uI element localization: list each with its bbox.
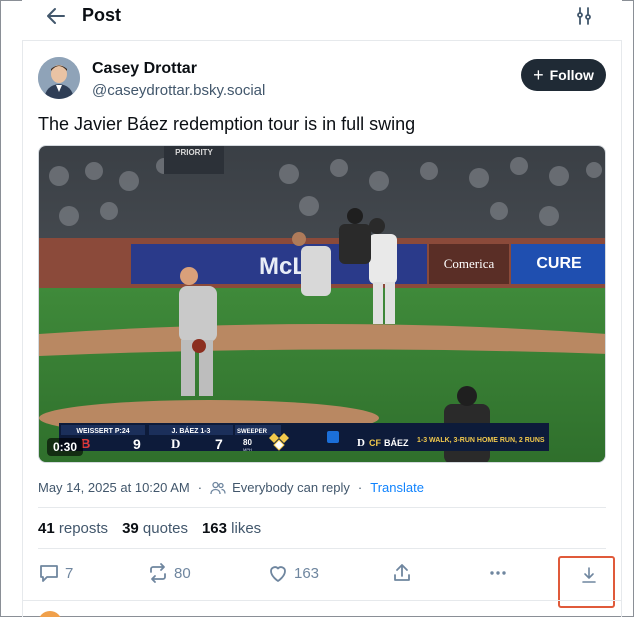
post-timestamp: May 14, 2025 at 10:20 AM bbox=[38, 480, 190, 495]
video-frame: PRIORITY McL Comerica CURE WEISSERT P:24… bbox=[39, 146, 605, 462]
video-duration: 0:30 bbox=[47, 438, 84, 456]
plus-icon: + bbox=[533, 65, 544, 85]
scorebug: WEISSERT P:24 J. BÁEZ 1-3 B 9 D 7 SWEEPE… bbox=[59, 423, 549, 452]
meta-separator: · bbox=[357, 480, 363, 495]
heart-icon bbox=[270, 566, 286, 582]
pitch-speed: 80 bbox=[243, 438, 252, 447]
mclaren-board: McL bbox=[259, 253, 307, 280]
quotes-stat[interactable]: 39 quotes bbox=[122, 520, 188, 537]
cure-board: CURE bbox=[536, 255, 582, 272]
pitch-type: SWEEPER bbox=[237, 429, 268, 435]
likes-stat[interactable]: 163 likes bbox=[202, 520, 261, 537]
like-count: 163 bbox=[294, 564, 320, 582]
reply-count: 7 bbox=[65, 564, 74, 582]
people-icon bbox=[210, 481, 226, 494]
batter-name: BÁEZ bbox=[384, 438, 409, 448]
post-meta: May 14, 2025 at 10:20 AM · Everybody can… bbox=[38, 480, 424, 495]
download-icon[interactable] bbox=[578, 564, 600, 586]
reposts-stat[interactable]: 41 reposts bbox=[38, 520, 108, 537]
avatar[interactable] bbox=[38, 57, 80, 99]
share-button[interactable] bbox=[391, 562, 413, 584]
video-player[interactable]: PRIORITY McL Comerica CURE WEISSERT P:24… bbox=[38, 145, 606, 463]
thread-options-icon[interactable] bbox=[574, 6, 594, 26]
away-score: 9 bbox=[133, 436, 141, 452]
scorebug-batter: J. BÁEZ 1-3 bbox=[172, 426, 211, 435]
ellipsis-icon bbox=[490, 571, 506, 575]
home-score: 7 bbox=[215, 436, 223, 452]
back-arrow-icon[interactable] bbox=[44, 4, 68, 28]
translate-link[interactable]: Translate bbox=[370, 480, 424, 495]
tigers-logo: D bbox=[357, 437, 365, 449]
batter-statline: 1-3 WALK, 3-RUN HOME RUN, 2 RUNS bbox=[417, 437, 545, 444]
priority-board: PRIORITY bbox=[175, 148, 213, 157]
reply-audience[interactable]: Everybody can reply bbox=[232, 480, 350, 495]
page-title: Post bbox=[82, 5, 122, 25]
author-name[interactable]: Casey Drottar bbox=[92, 60, 197, 78]
more-options-button[interactable] bbox=[487, 562, 509, 584]
author-handle[interactable]: @caseydrottar.bsky.social bbox=[92, 82, 265, 99]
follow-label: Follow bbox=[549, 67, 594, 83]
scorebug-pitcher: WEISSERT P:24 bbox=[76, 428, 129, 435]
fanduel-logo bbox=[327, 431, 339, 443]
post-text: The Javier Báez redemption tour is in fu… bbox=[38, 114, 416, 134]
like-button[interactable]: 163 bbox=[267, 562, 319, 584]
divider bbox=[38, 548, 606, 549]
engagement-stats: 41 reposts 39 quotes 163 likes bbox=[38, 520, 261, 537]
comerica-board: Comerica bbox=[444, 256, 495, 271]
reply-button[interactable]: 7 bbox=[38, 562, 73, 584]
home-team-logo: D bbox=[171, 436, 180, 451]
repost-icon bbox=[150, 563, 166, 583]
pitch-unit: MPH bbox=[243, 447, 252, 452]
share-icon bbox=[394, 564, 410, 581]
divider bbox=[38, 507, 606, 508]
reply-icon bbox=[40, 565, 58, 582]
divider bbox=[22, 600, 622, 601]
batter-position: CF bbox=[369, 438, 381, 448]
meta-separator: · bbox=[197, 480, 203, 495]
repost-button[interactable]: 80 bbox=[147, 562, 191, 584]
follow-button[interactable]: + Follow bbox=[521, 59, 606, 91]
repost-count: 80 bbox=[174, 564, 191, 582]
